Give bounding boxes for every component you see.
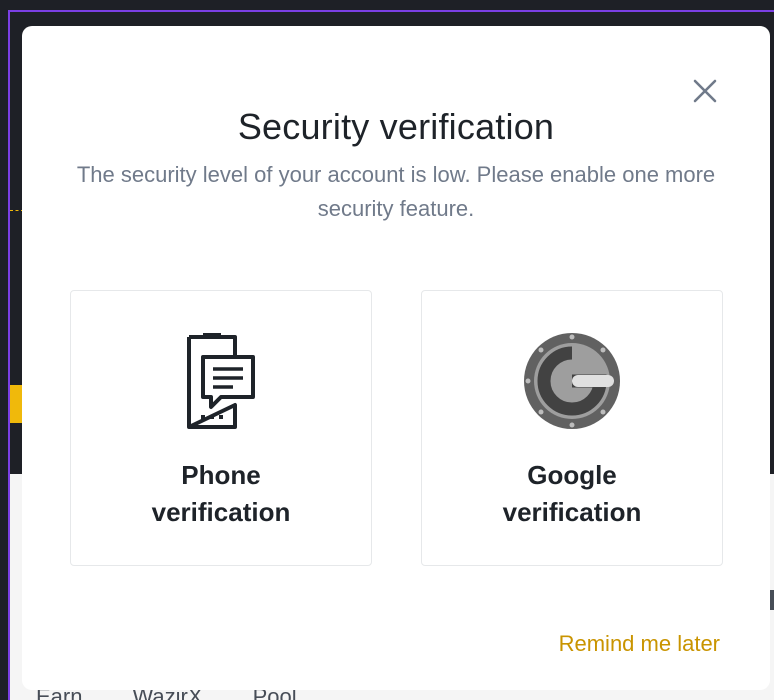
background-scroll-handle [770,590,774,610]
security-verification-modal: Security verification The security level… [22,26,770,690]
google-authenticator-icon [524,333,620,429]
modal-description: The security level of your account is lo… [76,162,716,221]
modal-title: Security verification [237,106,555,147]
phone-verification-label: Phone verification [151,460,291,527]
google-verification-option[interactable]: Google verification [421,290,723,566]
google-verification-label: Google verification [502,460,642,527]
close-button[interactable] [690,76,720,106]
close-icon [693,79,717,103]
phone-message-icon [187,333,255,429]
phone-verification-option[interactable]: Phone verification [70,290,372,566]
remind-me-later-link[interactable]: Remind me later [559,631,720,657]
